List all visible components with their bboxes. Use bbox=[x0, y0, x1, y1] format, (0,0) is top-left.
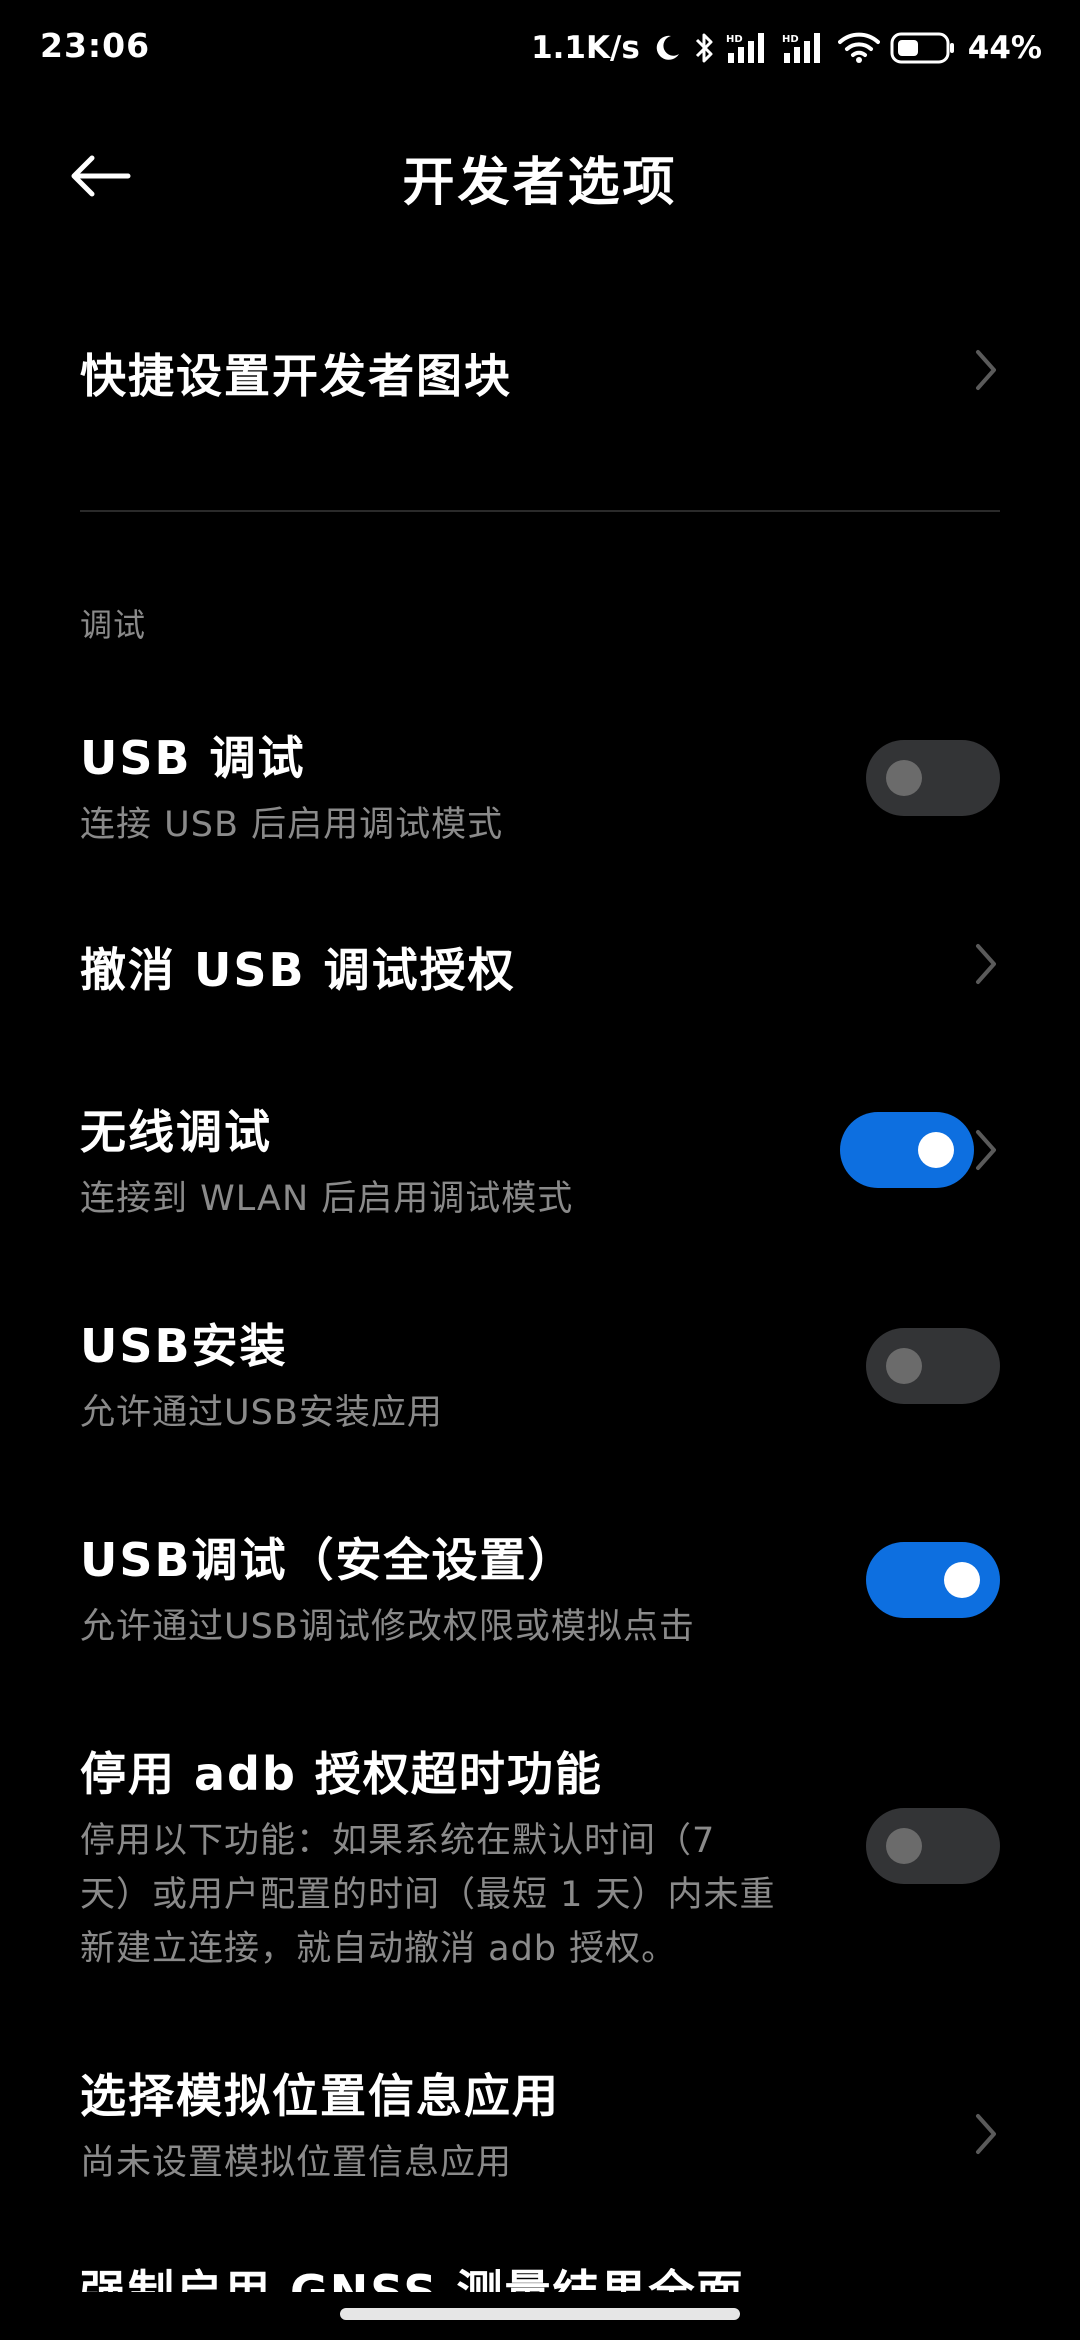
chevron-right-icon bbox=[976, 350, 996, 390]
usb-debugging-security-toggle[interactable] bbox=[866, 1542, 1000, 1618]
status-time: 23:06 bbox=[40, 26, 151, 65]
item-title: USB 调试 bbox=[80, 731, 306, 785]
item-title: 强制启用 GNSS 测量结果全面 bbox=[80, 2268, 1000, 2292]
toggle-knob bbox=[886, 760, 922, 796]
item-title: USB调试（安全设置） bbox=[80, 1533, 576, 1587]
signal-hd-icon: HD bbox=[782, 31, 828, 65]
item-title: 撤消 USB 调试授权 bbox=[80, 943, 516, 997]
home-indicator[interactable] bbox=[340, 2308, 740, 2320]
moon-icon bbox=[652, 33, 682, 63]
usb-debugging-toggle[interactable] bbox=[866, 740, 1000, 816]
bluetooth-icon bbox=[692, 31, 716, 65]
item-subtitle: 连接 USB 后启用调试模式 bbox=[80, 805, 504, 845]
item-subtitle: 允许通过USB安装应用 bbox=[80, 1393, 443, 1433]
battery-percentage: 44% bbox=[967, 30, 1042, 66]
item-subtitle: 允许通过USB调试修改权限或模拟点击 bbox=[80, 1607, 695, 1647]
toggle-knob bbox=[918, 1132, 954, 1168]
item-subtitle: 尚未设置模拟位置信息应用 bbox=[80, 2143, 513, 2183]
usb-debugging-item[interactable]: USB 调试 连接 USB 后启用调试模式 bbox=[80, 722, 1000, 845]
item-title: USB安装 bbox=[80, 1319, 288, 1373]
status-bar: 23:06 1.1K/s HD HD 44% bbox=[0, 0, 1080, 96]
section-label-debug: 调试 bbox=[80, 606, 147, 644]
toggle-knob bbox=[944, 1562, 980, 1598]
chevron-right-icon bbox=[976, 2114, 996, 2154]
force-gnss-measurements-item[interactable]: 强制启用 GNSS 测量结果全面 bbox=[80, 2268, 1000, 2292]
wireless-debugging-item[interactable]: 无线调试 连接到 WLAN 后启用调试模式 bbox=[80, 1096, 1000, 1219]
network-speed: 1.1K/s bbox=[531, 30, 640, 66]
wifi-icon bbox=[837, 32, 880, 64]
status-icons: 1.1K/s HD HD 44% bbox=[531, 22, 1042, 74]
disable-adb-timeout-toggle[interactable] bbox=[866, 1808, 1000, 1884]
item-subtitle-line: 新建立连接，就自动撤消 adb 授权。 bbox=[80, 1929, 678, 1969]
disable-adb-timeout-item[interactable]: 停用 adb 授权超时功能 停用以下功能：如果系统在默认时间（7 天）或用户配置… bbox=[80, 1738, 1000, 1969]
signal-hd-icon: HD bbox=[726, 31, 772, 65]
mock-location-app-item[interactable]: 选择模拟位置信息应用 尚未设置模拟位置信息应用 bbox=[80, 2060, 1000, 2183]
usb-install-item[interactable]: USB安装 允许通过USB安装应用 bbox=[80, 1310, 1000, 1433]
item-subtitle: 停用以下功能：如果系统在默认时间（7 天）或用户配置的时间（最短 1 天）内未重… bbox=[80, 1814, 840, 1976]
item-title: 选择模拟位置信息应用 bbox=[80, 2069, 560, 2123]
divider bbox=[80, 510, 1000, 512]
toggle-knob bbox=[886, 1348, 922, 1384]
page-title: 开发者选项 bbox=[402, 153, 678, 213]
usb-debugging-security-item[interactable]: USB调试（安全设置） 允许通过USB调试修改权限或模拟点击 bbox=[80, 1524, 1000, 1647]
item-subtitle-line: 天）或用户配置的时间（最短 1 天）内未重 bbox=[80, 1875, 776, 1915]
toggle-knob bbox=[886, 1828, 922, 1864]
wireless-debugging-toggle[interactable] bbox=[840, 1112, 974, 1188]
chevron-right-icon bbox=[976, 944, 996, 984]
svg-text:HD: HD bbox=[726, 34, 743, 45]
svg-text:HD: HD bbox=[782, 34, 799, 45]
item-subtitle-line: 停用以下功能：如果系统在默认时间（7 bbox=[80, 1821, 716, 1861]
chevron-right-icon[interactable] bbox=[972, 1126, 1000, 1174]
battery-icon bbox=[890, 31, 956, 65]
quick-settings-tiles-item[interactable]: 快捷设置开发者图块 bbox=[80, 340, 1000, 403]
usb-install-toggle[interactable] bbox=[866, 1328, 1000, 1404]
item-title: 停用 adb 授权超时功能 bbox=[80, 1747, 603, 1801]
item-title: 快捷设置开发者图块 bbox=[80, 349, 512, 403]
revoke-usb-debugging-item[interactable]: 撤消 USB 调试授权 bbox=[80, 934, 1000, 997]
header: 开发者选项 bbox=[0, 120, 1080, 232]
